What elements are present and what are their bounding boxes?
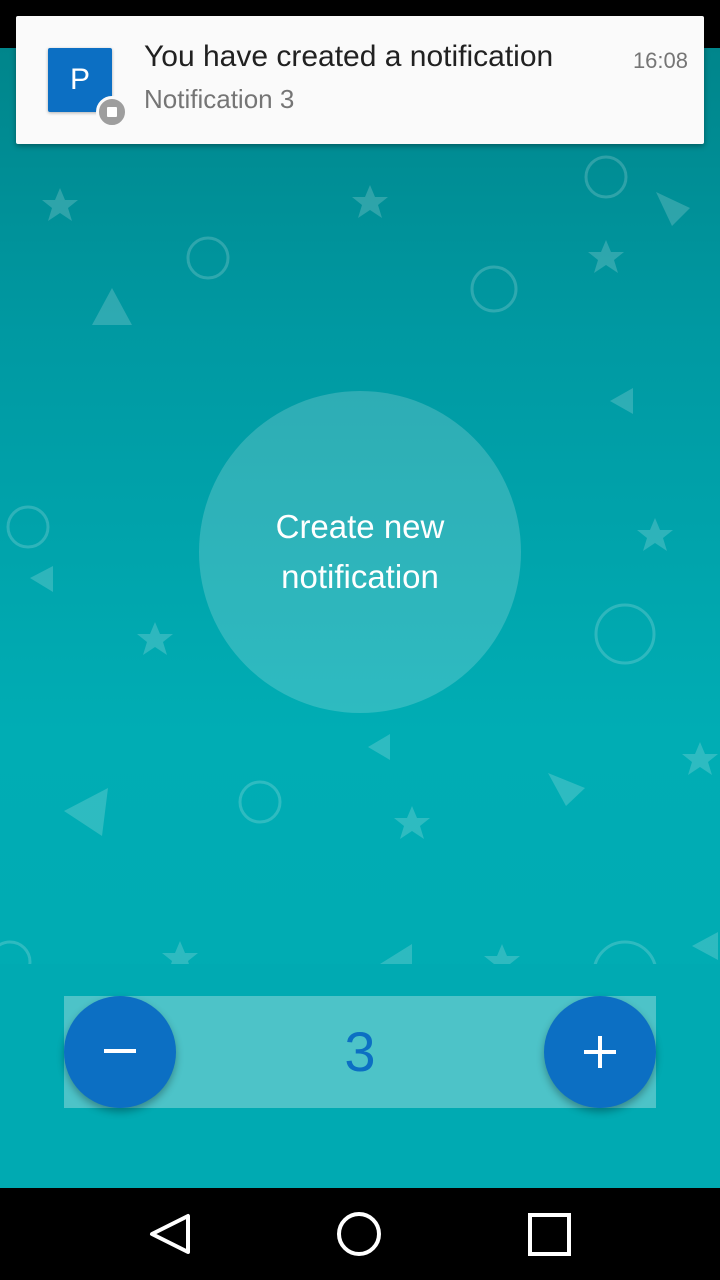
- create-notification-label: Create new notification: [275, 508, 445, 595]
- decor-triangle: [692, 932, 718, 960]
- decor-triangle: [92, 288, 132, 325]
- decrement-button[interactable]: [64, 996, 176, 1108]
- decor-triangle: [380, 944, 412, 964]
- create-notification-button[interactable]: Create new notification: [199, 391, 521, 713]
- decor-star: [394, 806, 430, 839]
- app-icon-letter: P: [69, 63, 90, 96]
- decor-triangle: [548, 773, 585, 806]
- decor-star: [352, 185, 388, 218]
- increment-button[interactable]: [544, 996, 656, 1108]
- decor-triangle: [656, 192, 690, 226]
- decor-star: [637, 518, 673, 551]
- notification-time: 16:08: [632, 48, 688, 73]
- notification-text: Notification 3: [144, 84, 295, 114]
- nav-back-button[interactable]: [110, 1188, 230, 1280]
- decor-circle: [470, 265, 518, 313]
- decor-star: [137, 622, 173, 655]
- decor-circle: [6, 505, 50, 549]
- notification-title: You have created a notification: [144, 40, 554, 73]
- decor-circle: [238, 780, 282, 824]
- notification-card[interactable]: P You have created a notification Notifi…: [16, 16, 704, 144]
- decor-star: [42, 188, 78, 221]
- stop-badge-icon: [96, 96, 128, 128]
- screen: Create new notification P You have creat…: [0, 0, 720, 1280]
- navigation-bar: [0, 1188, 720, 1280]
- decor-circle: [186, 236, 230, 280]
- decor-triangle: [368, 734, 390, 760]
- decor-star: [682, 742, 718, 775]
- decor-triangle: [610, 388, 633, 414]
- back-triangle-icon: [150, 1214, 190, 1254]
- home-circle-icon: [337, 1212, 381, 1256]
- decor-circle: [594, 603, 656, 665]
- decor-star: [588, 240, 624, 273]
- decor-circle: [584, 155, 628, 199]
- decor-triangle: [30, 566, 53, 592]
- minus-icon: [104, 1049, 136, 1053]
- plus-icon: [584, 1036, 616, 1068]
- nav-recents-button[interactable]: [490, 1188, 610, 1280]
- decor-triangle: [64, 788, 108, 836]
- nav-home-button[interactable]: [300, 1188, 420, 1280]
- recents-square-icon: [528, 1213, 571, 1256]
